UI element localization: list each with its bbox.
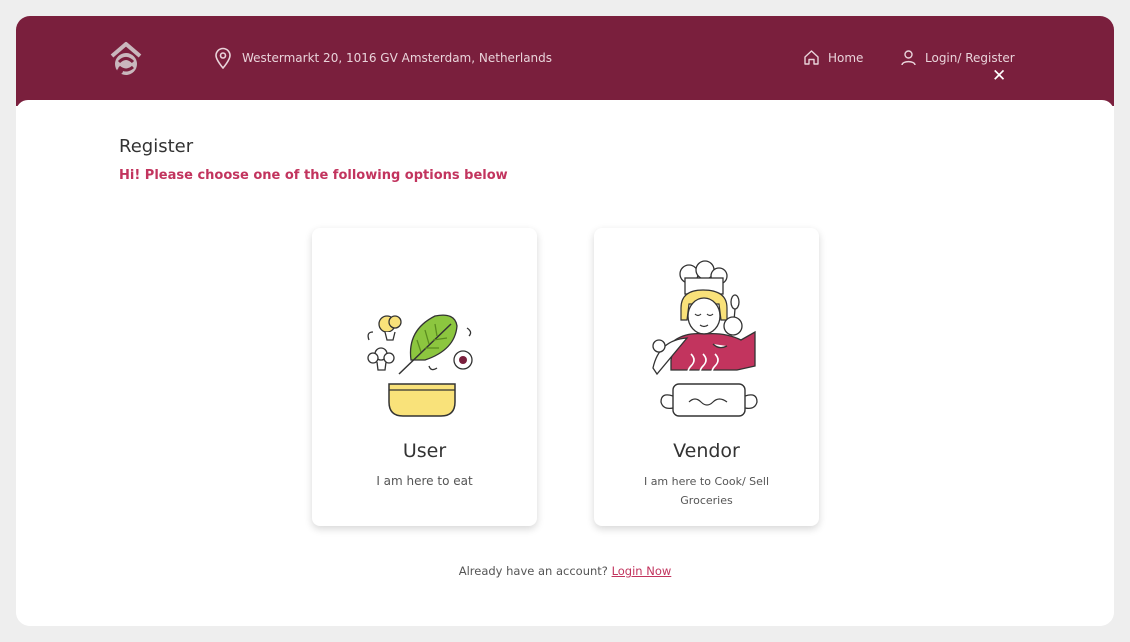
header: Westermarkt 20, 1016 GV Amsterdam, Nethe…: [16, 16, 1114, 106]
user-option-card[interactable]: User I am here to eat: [312, 228, 537, 526]
nav-login-register[interactable]: Login/ Register: [900, 49, 1015, 66]
nav-login-label: Login/ Register: [925, 50, 1015, 65]
chef-illustration: [651, 260, 758, 417]
nav-home[interactable]: Home: [803, 49, 863, 66]
user-option-description: I am here to eat: [376, 474, 473, 488]
location[interactable]: Westermarkt 20, 1016 GV Amsterdam, Nethe…: [214, 47, 552, 69]
nav-home-label: Home: [828, 50, 864, 65]
login-now-link[interactable]: Login Now: [612, 564, 672, 578]
page-title: Register: [119, 136, 194, 157]
vendor-option-description: I am here to Cook/ Sell Groceries: [643, 475, 770, 507]
location-text: Westermarkt 20, 1016 GV Amsterdam, Nethe…: [242, 51, 553, 65]
user-option-title: User: [402, 440, 447, 462]
vendor-option-title: Vendor: [673, 440, 740, 462]
page-subtitle: Hi! Please choose one of the following o…: [119, 168, 508, 183]
user-icon: [901, 50, 916, 66]
food-bowl-illustration: [366, 314, 473, 417]
home-icon: [804, 50, 819, 65]
login-prompt-text: Already have an account?: [458, 564, 608, 578]
close-icon[interactable]: ✕: [992, 68, 1006, 85]
logo-icon[interactable]: [108, 40, 144, 78]
register-panel: Register Hi! Please choose one of the fo…: [16, 100, 1114, 626]
location-pin-icon: [215, 47, 231, 69]
vendor-option-card[interactable]: Vendor I am here to Cook/ Sell Groceries: [594, 228, 819, 526]
login-prompt: Already have an account? Login Now: [16, 564, 1114, 578]
app-window: Westermarkt 20, 1016 GV Amsterdam, Nethe…: [16, 16, 1114, 626]
